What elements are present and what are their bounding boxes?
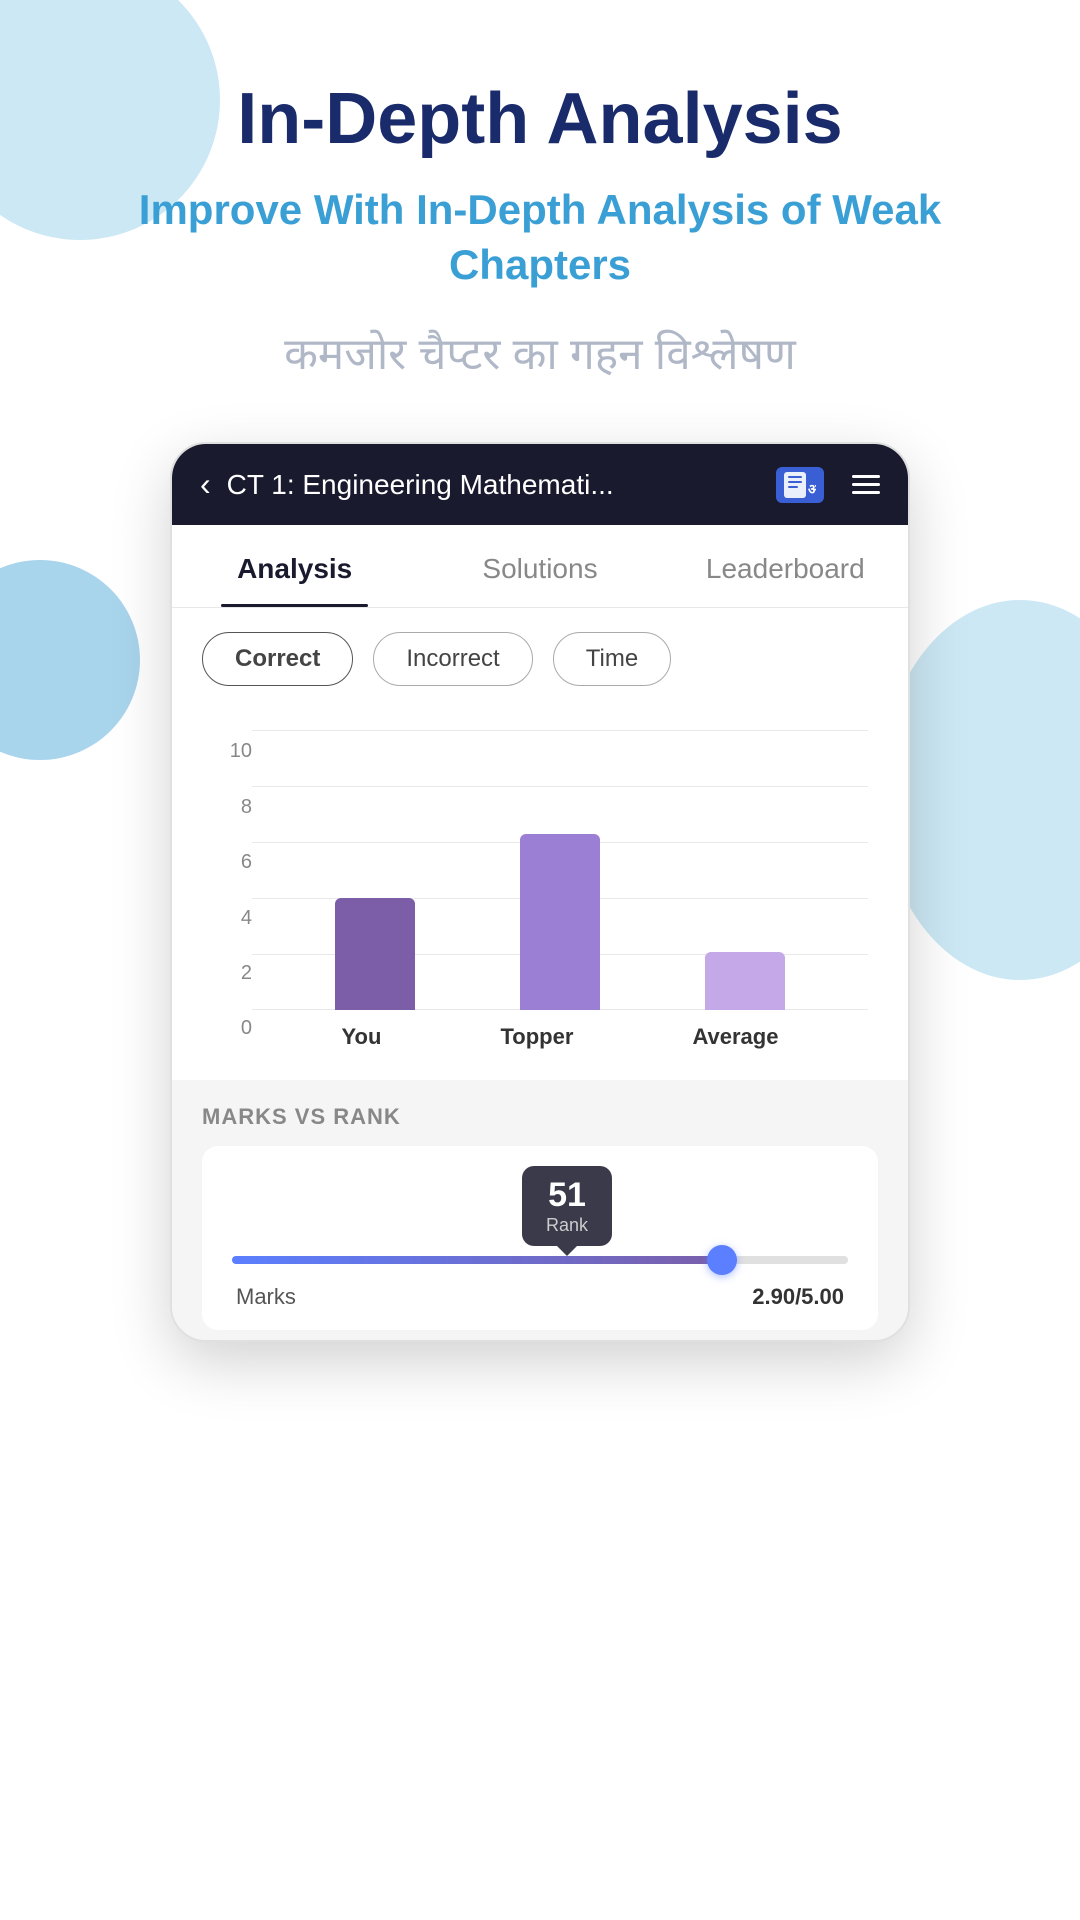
x-label-topper: Topper (500, 1024, 573, 1050)
phone-mockup: ‹ CT 1: Engineering Mathemati... अ Analy… (170, 442, 910, 1342)
y-label-6: 6 (212, 851, 252, 874)
tabs-container: Analysis Solutions Leaderboard (172, 525, 908, 608)
marks-label: Marks (236, 1284, 296, 1310)
bar-you-rect (335, 898, 415, 1010)
app-icon: अ (776, 467, 824, 503)
bar-you (335, 898, 415, 1010)
marks-row: Marks 2.90/5.00 (232, 1284, 848, 1310)
bar-average (705, 952, 785, 1010)
tab-leaderboard[interactable]: Leaderboard (663, 525, 908, 607)
filter-incorrect[interactable]: Incorrect (373, 632, 532, 686)
bar-topper-rect (520, 834, 600, 1010)
filter-buttons: Correct Incorrect Time (172, 608, 908, 710)
menu-button[interactable] (852, 475, 880, 494)
filter-time[interactable]: Time (553, 632, 671, 686)
y-label-0: 0 (212, 1017, 252, 1040)
bars-container (252, 730, 868, 1010)
rank-bubble: 51 Rank (522, 1166, 612, 1246)
page-subtitle: Improve With In-Depth Analysis of Weak C… (0, 183, 1080, 292)
x-label-average: Average (692, 1024, 778, 1050)
chart-area: 10 8 6 4 2 0 (172, 710, 908, 1080)
marks-vs-rank-section: MARKS VS RANK 51 Rank Marks 2.90/5.00 (172, 1080, 908, 1340)
topbar-title: CT 1: Engineering Mathemati... (227, 469, 760, 501)
topbar: ‹ CT 1: Engineering Mathemati... अ (172, 444, 908, 525)
mvr-title: MARKS VS RANK (202, 1104, 878, 1130)
slider-track[interactable] (232, 1256, 848, 1264)
y-label-4: 4 (212, 907, 252, 930)
y-label-8: 8 (212, 796, 252, 819)
y-label-10: 10 (212, 740, 252, 763)
hindi-subtitle: कमजोर चैप्टर का गहन विश्लेषण (284, 322, 796, 382)
bar-topper (520, 834, 600, 1010)
y-axis: 10 8 6 4 2 0 (212, 730, 252, 1050)
mvr-card: 51 Rank Marks 2.90/5.00 (202, 1146, 878, 1330)
rank-number: 51 (546, 1176, 588, 1215)
x-axis-labels: You Topper Average (252, 1016, 868, 1050)
filter-correct[interactable]: Correct (202, 632, 353, 686)
chart-inner: You Topper Average (252, 730, 868, 1050)
rank-label: Rank (546, 1215, 588, 1236)
bar-average-rect (705, 952, 785, 1010)
slider-thumb[interactable] (707, 1245, 737, 1275)
marks-value: 2.90/5.00 (752, 1284, 844, 1310)
tab-solutions[interactable]: Solutions (417, 525, 662, 607)
svg-text:अ: अ (808, 481, 816, 497)
back-button[interactable]: ‹ (200, 466, 211, 503)
y-label-2: 2 (212, 962, 252, 985)
slider-fill (232, 1256, 737, 1264)
x-label-you: You (342, 1024, 382, 1050)
tab-analysis[interactable]: Analysis (172, 525, 417, 607)
page-main-title: In-Depth Analysis (237, 80, 842, 159)
